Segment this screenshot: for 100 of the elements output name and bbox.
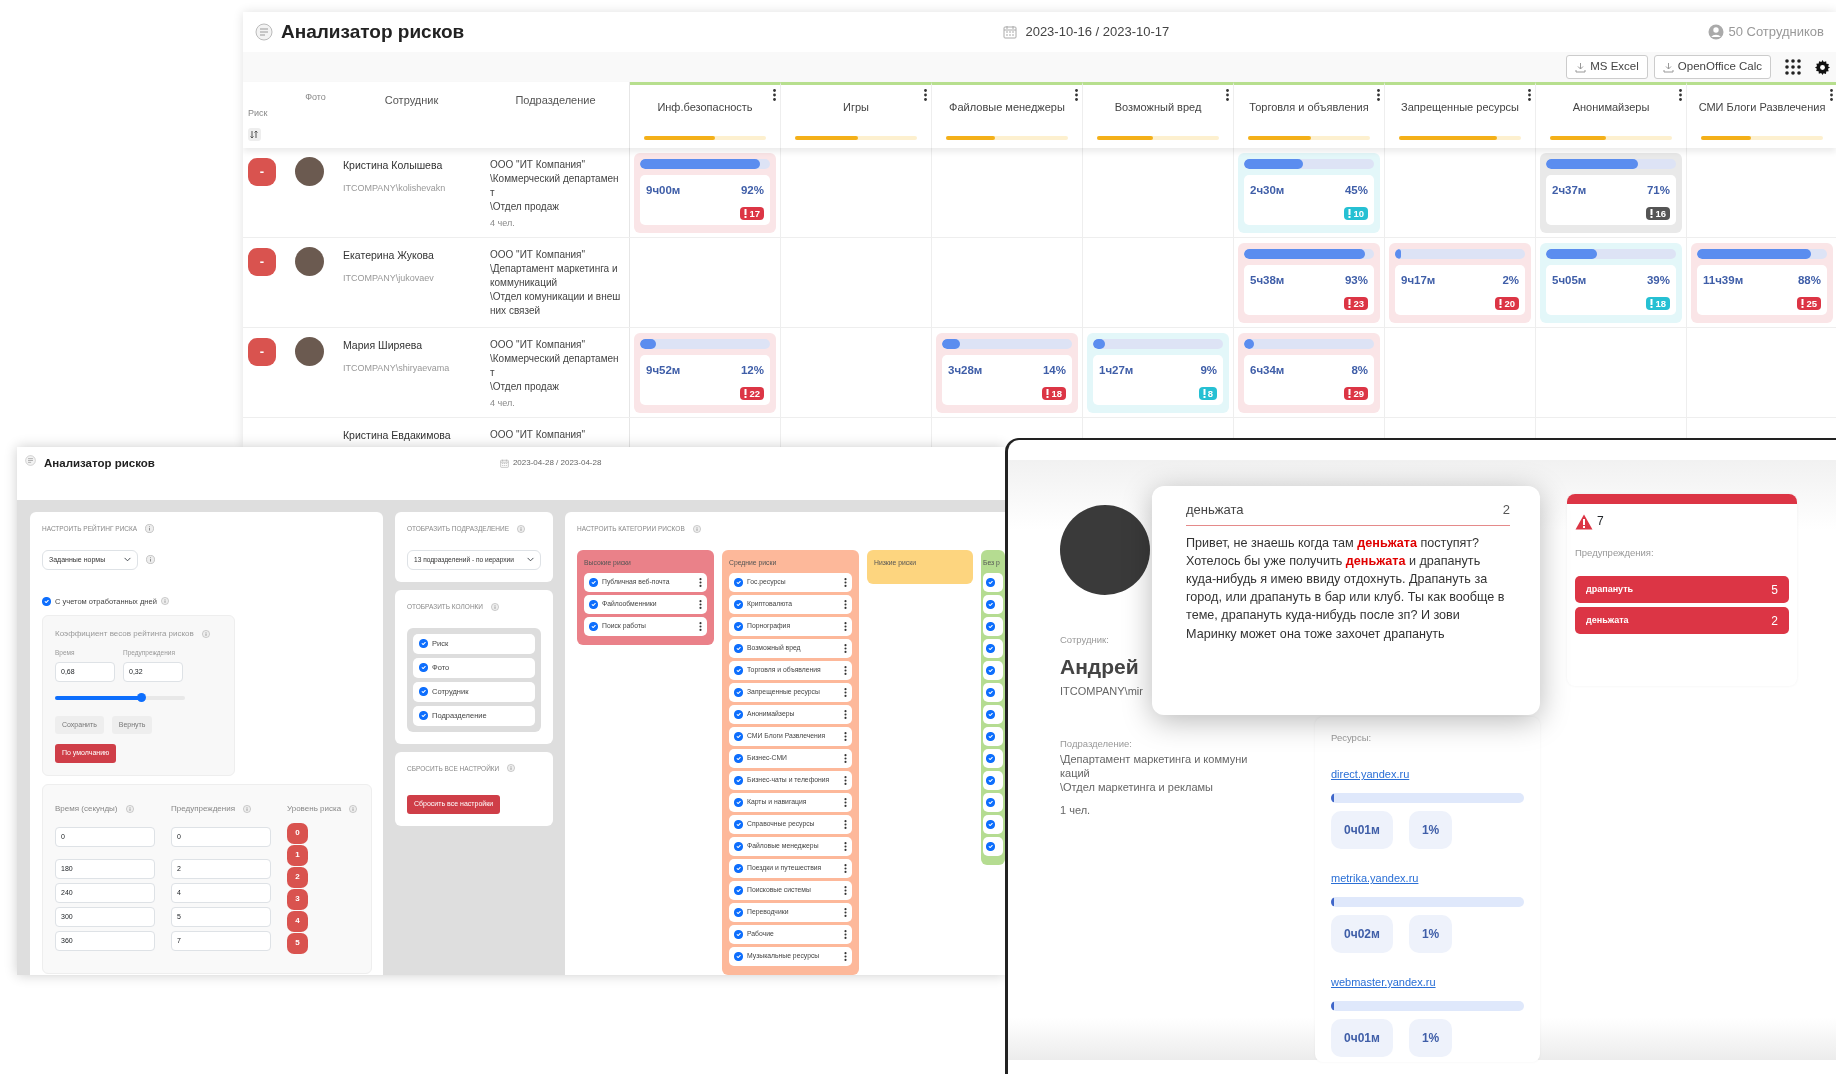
- list-item[interactable]: [983, 748, 1003, 768]
- checkbox[interactable]: [734, 599, 743, 609]
- vertical-dots-icon[interactable]: [844, 929, 847, 939]
- vertical-dots-icon[interactable]: [844, 797, 847, 807]
- vertical-dots-icon[interactable]: [844, 753, 847, 763]
- list-item[interactable]: [983, 594, 1003, 614]
- list-item[interactable]: [983, 616, 1003, 636]
- vertical-dots-icon[interactable]: [844, 665, 847, 675]
- risk-button[interactable]: -: [248, 158, 276, 186]
- checkbox[interactable]: [986, 819, 995, 829]
- checkbox[interactable]: [986, 753, 995, 763]
- vertical-dots-icon[interactable]: [699, 599, 702, 609]
- list-item[interactable]: [983, 770, 1003, 790]
- risk-level-button[interactable]: 2: [287, 866, 308, 888]
- checkbox[interactable]: [986, 643, 995, 653]
- vertical-dots-icon[interactable]: [1377, 89, 1380, 101]
- risk-level-button[interactable]: 4: [287, 910, 308, 932]
- checkbox[interactable]: [734, 775, 743, 785]
- vertical-dots-icon[interactable]: [844, 775, 847, 785]
- vertical-dots-icon[interactable]: [844, 599, 847, 609]
- vertical-dots-icon[interactable]: [844, 643, 847, 653]
- checkbox[interactable]: [589, 599, 598, 609]
- list-item[interactable]: [983, 638, 1003, 658]
- checkbox[interactable]: [419, 639, 428, 648]
- vertical-dots-icon[interactable]: [1226, 89, 1229, 101]
- checkbox[interactable]: [734, 819, 743, 829]
- vertical-dots-icon[interactable]: [699, 577, 702, 587]
- checkbox[interactable]: [734, 687, 743, 697]
- warning-row[interactable]: драпануть 5: [1575, 576, 1789, 604]
- checkbox[interactable]: [42, 596, 51, 606]
- checkbox[interactable]: [986, 687, 995, 697]
- checkbox[interactable]: [419, 687, 428, 696]
- list-item[interactable]: [983, 572, 1003, 592]
- risk-level-button[interactable]: 0: [287, 822, 308, 844]
- vertical-dots-icon[interactable]: [1528, 89, 1531, 101]
- checkbox[interactable]: [589, 621, 598, 631]
- checkbox[interactable]: [986, 775, 995, 785]
- list-item[interactable]: [983, 660, 1003, 680]
- checkbox[interactable]: [734, 907, 743, 917]
- export-button[interactable]: MS Excel: [1566, 55, 1648, 79]
- checkbox[interactable]: [734, 643, 743, 653]
- checkbox[interactable]: [734, 709, 743, 719]
- list-item[interactable]: [983, 792, 1003, 812]
- risk-level-button[interactable]: 5: [287, 932, 308, 954]
- vertical-dots-icon[interactable]: [924, 89, 927, 101]
- checkbox[interactable]: [986, 841, 995, 851]
- list-item[interactable]: [983, 836, 1003, 856]
- warning-row[interactable]: деньжата 2: [1575, 607, 1789, 635]
- checkbox[interactable]: [419, 663, 428, 672]
- vertical-dots-icon[interactable]: [844, 709, 847, 719]
- vertical-dots-icon[interactable]: [844, 951, 847, 961]
- slider-thumb[interactable]: [136, 692, 146, 702]
- vertical-dots-icon[interactable]: [1075, 89, 1078, 101]
- list-item[interactable]: [983, 814, 1003, 834]
- list-item[interactable]: [983, 726, 1003, 746]
- list-item[interactable]: [983, 704, 1003, 724]
- checkbox[interactable]: [734, 621, 743, 631]
- checkbox[interactable]: [734, 753, 743, 763]
- sort-icon[interactable]: [248, 128, 261, 142]
- vertical-dots-icon[interactable]: [844, 907, 847, 917]
- vertical-dots-icon[interactable]: [844, 863, 847, 873]
- checkbox[interactable]: [734, 797, 743, 807]
- checkbox[interactable]: [734, 731, 743, 741]
- checkbox[interactable]: [986, 599, 995, 609]
- risk-button[interactable]: -: [248, 338, 276, 366]
- checkbox[interactable]: [734, 929, 743, 939]
- risk-button[interactable]: -: [248, 248, 276, 276]
- vertical-dots-icon[interactable]: [844, 577, 847, 587]
- checkbox[interactable]: [986, 577, 995, 587]
- vertical-dots-icon[interactable]: [844, 621, 847, 631]
- vertical-dots-icon[interactable]: [1679, 89, 1682, 101]
- grid-icon[interactable]: [1785, 59, 1801, 75]
- export-button[interactable]: OpenOffice Calc: [1653, 55, 1771, 79]
- slider-track[interactable]: [55, 695, 185, 700]
- resource-link[interactable]: direct.yandex.ru: [1331, 766, 1410, 783]
- checkbox[interactable]: [986, 731, 995, 741]
- risk-level-button[interactable]: 3: [287, 888, 308, 910]
- vertical-dots-icon[interactable]: [844, 841, 847, 851]
- vertical-dots-icon[interactable]: [844, 885, 847, 895]
- risk-level-button[interactable]: 1: [287, 844, 308, 866]
- list-item[interactable]: [983, 682, 1003, 702]
- checkbox[interactable]: [419, 711, 428, 720]
- checkbox[interactable]: [734, 885, 743, 895]
- vertical-dots-icon[interactable]: [844, 819, 847, 829]
- vertical-dots-icon[interactable]: [844, 731, 847, 741]
- vertical-dots-icon[interactable]: [773, 89, 776, 101]
- resource-link[interactable]: webmaster.yandex.ru: [1331, 974, 1436, 991]
- vertical-dots-icon[interactable]: [844, 687, 847, 697]
- checkbox[interactable]: [986, 709, 995, 719]
- checkbox[interactable]: [734, 951, 743, 961]
- vertical-dots-icon[interactable]: [1830, 89, 1833, 101]
- checkbox[interactable]: [734, 665, 743, 675]
- resource-link[interactable]: metrika.yandex.ru: [1331, 870, 1419, 887]
- checkbox[interactable]: [734, 577, 743, 587]
- vertical-dots-icon[interactable]: [699, 621, 702, 631]
- checkbox[interactable]: [734, 863, 743, 873]
- checkbox[interactable]: [734, 841, 743, 851]
- checkbox[interactable]: [986, 621, 995, 631]
- checkbox[interactable]: [986, 665, 995, 675]
- settings-icon[interactable]: [1815, 59, 1830, 75]
